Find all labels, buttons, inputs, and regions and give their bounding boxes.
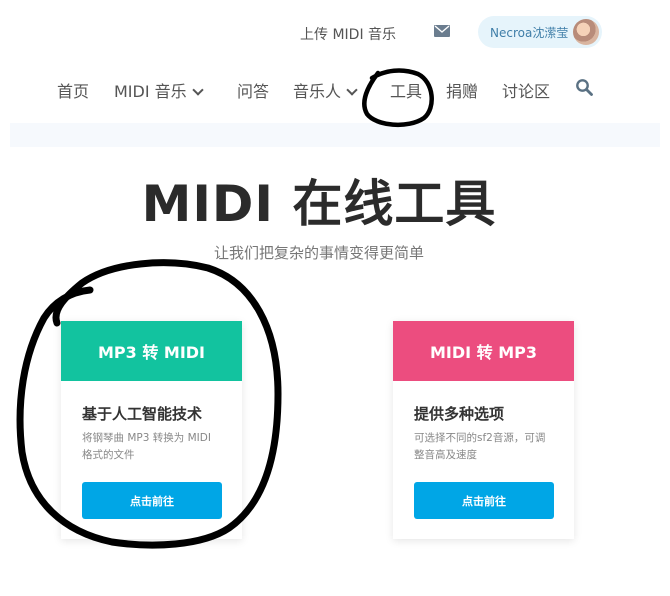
main-nav: 首页 MIDI 音乐 问答 音乐人 工具 捐赠 讨论区: [0, 66, 670, 110]
nav-item-label: 音乐人: [293, 82, 342, 101]
chevron-down-icon: [191, 84, 204, 96]
nav-item-forum[interactable]: 讨论区: [502, 78, 550, 102]
card-body: 基于人工智能技术 将钢琴曲 MP3 转换为 MIDI 格式的文件 点击前往: [61, 381, 242, 539]
user-name: Necroa沈潆莹: [490, 26, 569, 40]
search-icon[interactable]: [575, 78, 593, 96]
nav-item-label: MIDI 音乐: [114, 82, 187, 101]
nav-item-midi-music[interactable]: MIDI 音乐: [114, 78, 204, 102]
nav-item-donate[interactable]: 捐赠: [446, 78, 478, 102]
page-subtitle: 让我们把复杂的事情变得更简单: [213, 244, 424, 262]
tool-card-midi-to-mp3: MIDI 转 MP3 提供多种选项 可选择不同的sf2音源，可调整音高及速度 点…: [393, 321, 574, 539]
card-title: 基于人工智能技术: [82, 405, 203, 423]
go-button[interactable]: 点击前往: [82, 482, 222, 519]
nav-item-home[interactable]: 首页: [57, 78, 89, 102]
avatar: [573, 19, 599, 45]
mail-icon[interactable]: [434, 25, 450, 37]
card-description: 可选择不同的sf2音源，可调整音高及速度: [414, 432, 546, 461]
chevron-down-icon: [346, 84, 358, 96]
page-title: MIDI 在线工具: [141, 175, 497, 233]
tool-card-mp3-to-midi: MP3 转 MIDI 基于人工智能技术 将钢琴曲 MP3 转换为 MIDI 格式…: [61, 321, 242, 539]
card-title: 提供多种选项: [414, 405, 505, 423]
card-description: 将钢琴曲 MP3 转换为 MIDI 格式的文件: [82, 432, 211, 461]
banner-strip: [10, 123, 660, 147]
card-header: MIDI 转 MP3: [393, 321, 574, 381]
upload-midi-link[interactable]: 上传 MIDI 音乐: [300, 24, 396, 44]
nav-item-musicians[interactable]: 音乐人: [293, 78, 358, 102]
nav-item-tools[interactable]: 工具: [390, 78, 422, 102]
card-header: MP3 转 MIDI: [61, 321, 242, 381]
top-bar: 上传 MIDI 音乐 Necroa沈潆莹: [0, 0, 670, 62]
card-body: 提供多种选项 可选择不同的sf2音源，可调整音高及速度 点击前往: [393, 381, 574, 539]
nav-item-qa[interactable]: 问答: [237, 78, 269, 102]
go-button[interactable]: 点击前往: [414, 482, 554, 519]
user-menu[interactable]: Necroa沈潆莹: [478, 16, 602, 48]
